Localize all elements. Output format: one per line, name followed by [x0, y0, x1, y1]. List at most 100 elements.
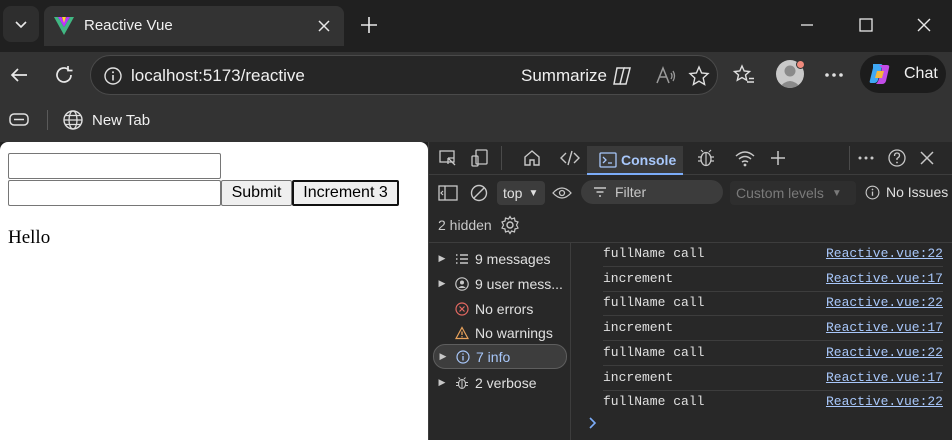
log-message: fullName call — [603, 394, 705, 409]
browser-tab-active[interactable]: Reactive Vue — [44, 6, 344, 46]
close-icon — [318, 20, 330, 32]
maximize-button[interactable] — [846, 8, 886, 42]
collections-icon[interactable] — [8, 110, 30, 130]
console-log-row: fullName call Reactive.vue:22 — [603, 342, 943, 366]
submit-button[interactable]: Submit — [221, 180, 292, 206]
inspect-element-button[interactable] — [437, 147, 459, 169]
console-sidebar: ▶ 9 messages ▶ 9 user mess... ▶ No error… — [429, 243, 571, 440]
sidebar-label: 9 messages — [475, 250, 551, 267]
copilot-logo-icon — [869, 64, 890, 84]
console-output: fullName call Reactive.vue:22 increment … — [572, 243, 952, 440]
log-source-link[interactable]: Reactive.vue:17 — [826, 320, 943, 335]
expand-arrow-icon[interactable]: ▶ — [434, 351, 452, 362]
log-source-link[interactable]: Reactive.vue:17 — [826, 271, 943, 286]
first-name-input[interactable] — [8, 153, 221, 179]
expand-arrow-icon[interactable]: ▶ — [433, 278, 451, 289]
close-window-button[interactable] — [904, 8, 944, 42]
sources-tab[interactable] — [695, 147, 717, 169]
network-tab[interactable] — [734, 147, 756, 169]
address-bar[interactable]: localhost:5173/reactive Summarize — [90, 55, 718, 95]
increment-button[interactable]: Increment 3 — [292, 180, 399, 206]
sidebar-item-verbose[interactable]: ▶ 2 verbose — [433, 370, 567, 395]
issues-counter[interactable]: No Issues — [865, 184, 948, 200]
star-icon — [688, 65, 710, 86]
copilot-chat-button[interactable]: Chat — [860, 55, 946, 93]
log-source-link[interactable]: Reactive.vue:22 — [826, 394, 943, 409]
refresh-button[interactable] — [49, 60, 79, 90]
copilot-summarize-icon[interactable] — [611, 65, 633, 87]
minimize-button[interactable] — [787, 8, 827, 42]
favorites-divider — [47, 110, 48, 130]
log-source-link[interactable]: Reactive.vue:17 — [826, 370, 943, 385]
context-select[interactable]: top ▼ — [497, 181, 545, 205]
favorites-star-list-icon — [732, 64, 754, 83]
console-filter-input[interactable]: Filter — [581, 180, 723, 204]
welcome-tab[interactable] — [521, 147, 543, 169]
log-levels-label: Custom levels — [736, 185, 824, 201]
console-tab-label: Console — [621, 151, 677, 168]
console-log-row: fullName call Reactive.vue:22 — [603, 292, 943, 316]
summarize-button[interactable]: Summarize — [521, 66, 607, 86]
ellipsis-icon — [825, 73, 843, 77]
devtools-tab-bar: Console — [429, 142, 952, 175]
clear-console-button[interactable] — [468, 182, 490, 204]
device-icon — [471, 149, 488, 167]
sidebar-label: 7 info — [476, 348, 511, 365]
log-message: fullName call — [603, 345, 705, 360]
console-icon — [599, 151, 617, 168]
eye-icon — [552, 187, 572, 199]
sidebar-item-warnings[interactable]: ▶ No warnings — [433, 320, 567, 345]
address-url[interactable]: localhost:5173/reactive — [131, 66, 305, 86]
list-icon — [456, 253, 468, 264]
console-log-row: increment Reactive.vue:17 — [603, 367, 943, 391]
sidebar-label: No warnings — [475, 324, 553, 341]
log-source-link[interactable]: Reactive.vue:22 — [826, 295, 943, 310]
log-message: fullName call — [603, 246, 705, 261]
elements-tab[interactable] — [559, 147, 581, 169]
navigation-toolbar: localhost:5173/reactive Summarize Chat — [0, 52, 952, 98]
expand-arrow-icon[interactable]: ▶ — [433, 377, 451, 388]
gear-icon[interactable] — [500, 215, 520, 235]
block-icon — [470, 184, 488, 202]
device-emulation-button[interactable] — [469, 147, 491, 169]
more-options-button[interactable] — [819, 60, 849, 90]
back-button[interactable] — [4, 60, 34, 90]
devtools-panel: Console top ▼ Filter Custom levels ▼ No … — [428, 142, 952, 440]
console-tab[interactable]: Console — [587, 146, 683, 175]
toggle-sidebar-button[interactable] — [437, 182, 459, 204]
favorite-star-button[interactable] — [688, 65, 710, 87]
chevron-down-icon — [15, 21, 27, 29]
log-message: increment — [603, 271, 674, 286]
page-viewport: Submit Increment 3 Hello — [0, 142, 428, 440]
tab-close-button[interactable] — [312, 14, 336, 38]
wifi-icon — [735, 151, 755, 167]
close-devtools-button[interactable] — [916, 147, 938, 169]
favorites-button[interactable] — [729, 60, 759, 90]
info-icon[interactable] — [103, 66, 123, 86]
sidebar-label: No errors — [475, 300, 534, 317]
read-aloud-icon — [656, 65, 676, 84]
log-levels-select[interactable]: Custom levels ▼ — [730, 181, 856, 205]
live-expression-button[interactable] — [551, 182, 573, 204]
sidebar-item-user-messages[interactable]: ▶ 9 user mess... — [433, 271, 567, 296]
console-prompt[interactable] — [588, 416, 598, 434]
log-source-link[interactable]: Reactive.vue:22 — [826, 345, 943, 360]
expand-arrow-icon[interactable]: ▶ — [433, 253, 451, 264]
more-tools-button[interactable] — [767, 147, 789, 169]
new-tab-button[interactable] — [354, 10, 384, 40]
sidebar-item-messages[interactable]: ▶ 9 messages — [433, 246, 567, 271]
home-icon — [524, 150, 540, 166]
issues-label: No Issues — [886, 184, 949, 200]
last-name-input[interactable] — [8, 180, 221, 206]
hidden-messages-row: 2 hidden — [438, 215, 520, 235]
user-icon — [455, 276, 469, 291]
tab-actions-menu-button[interactable] — [3, 6, 39, 42]
sidebar-item-errors[interactable]: ▶ No errors — [433, 296, 567, 321]
sidebar-item-info[interactable]: ▶ 7 info — [433, 344, 567, 369]
read-aloud-button[interactable] — [655, 65, 677, 87]
favorite-new-tab[interactable]: New Tab — [62, 108, 150, 132]
sidebar-label: 9 user mess... — [475, 275, 563, 292]
help-button[interactable] — [886, 147, 908, 169]
devtools-menu-button[interactable] — [855, 147, 877, 169]
log-source-link[interactable]: Reactive.vue:22 — [826, 246, 943, 261]
